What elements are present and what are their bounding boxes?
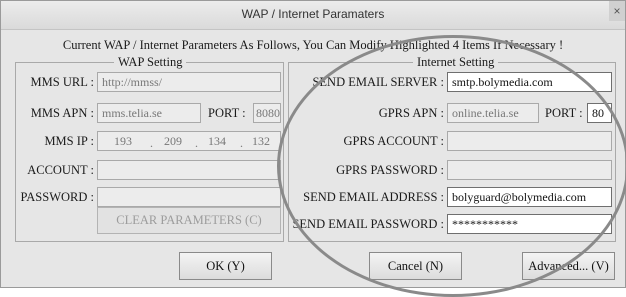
clear-parameters-button[interactable]: CLEAR PARAMETERS (C) <box>97 207 281 234</box>
gprs-apn-label: GPRS APN : <box>378 106 444 120</box>
send-email-server-field[interactable]: smtp.bolymedia.com <box>447 72 612 92</box>
mms-apn-label: MMS APN : <box>30 106 94 120</box>
mms-ip-field[interactable]: 193 . 209 . 134 . 132 <box>97 131 281 151</box>
mms-ip-octet-3: 134 <box>208 134 226 148</box>
send-email-address-label: SEND EMAIL ADDRESS : <box>303 190 444 204</box>
password-label: PASSWORD : <box>20 190 94 204</box>
mms-ip-octet-1: 193 <box>114 134 132 148</box>
send-email-server-label: SEND EMAIL SERVER : <box>312 75 444 89</box>
send-email-password-field[interactable]: *********** <box>447 214 612 234</box>
cancel-button[interactable]: Cancel (N) <box>369 252 462 280</box>
mms-ip-octet-4: 132 <box>252 134 270 148</box>
gprs-password-field[interactable] <box>447 160 612 180</box>
internet-setting-legend: Internet Setting <box>413 55 499 70</box>
gprs-port-label: PORT : <box>545 106 583 120</box>
gprs-port-field[interactable]: 80 <box>587 103 612 123</box>
ip-dot: . <box>195 136 198 150</box>
gprs-account-label: GPRS ACCOUNT : <box>343 134 445 148</box>
mms-url-field[interactable]: http://mmss/ <box>97 72 281 92</box>
ok-button[interactable]: OK (Y) <box>179 252 272 280</box>
password-field[interactable] <box>97 187 281 207</box>
mms-url-label: MMS URL : <box>30 75 94 89</box>
send-email-address-field[interactable]: bolyguard@bolymedia.com <box>447 187 612 207</box>
dialog-window: WAP / Internet Paramaters × Current WAP … <box>0 0 626 297</box>
mms-port-label: PORT : <box>208 106 246 120</box>
mms-ip-octet-2: 209 <box>164 134 182 148</box>
notice-text: Current WAP / Internet Parameters As Fol… <box>62 38 564 52</box>
gprs-apn-field[interactable]: online.telia.se <box>447 103 539 123</box>
window-title: WAP / Internet Paramaters <box>241 7 385 21</box>
gprs-password-label: GPRS PASSWORD : <box>336 163 444 177</box>
account-label: ACCOUNT : <box>27 163 94 177</box>
ip-dot: . <box>150 136 153 150</box>
wap-setting-legend: WAP Setting <box>114 55 187 70</box>
account-field[interactable] <box>97 160 281 180</box>
advanced-button[interactable]: Advanced... (V) <box>522 252 615 280</box>
mms-apn-field[interactable]: mms.telia.se <box>97 103 201 123</box>
ip-dot: . <box>240 136 243 150</box>
close-icon[interactable]: × <box>609 1 625 21</box>
mms-port-field[interactable]: 8080 <box>253 103 281 123</box>
send-email-password-label: SEND EMAIL PASSWORD : <box>292 217 444 231</box>
gprs-account-field[interactable] <box>447 131 612 151</box>
title-bar[interactable]: WAP / Internet Paramaters × <box>1 1 625 30</box>
mms-ip-label: MMS IP : <box>44 134 94 148</box>
